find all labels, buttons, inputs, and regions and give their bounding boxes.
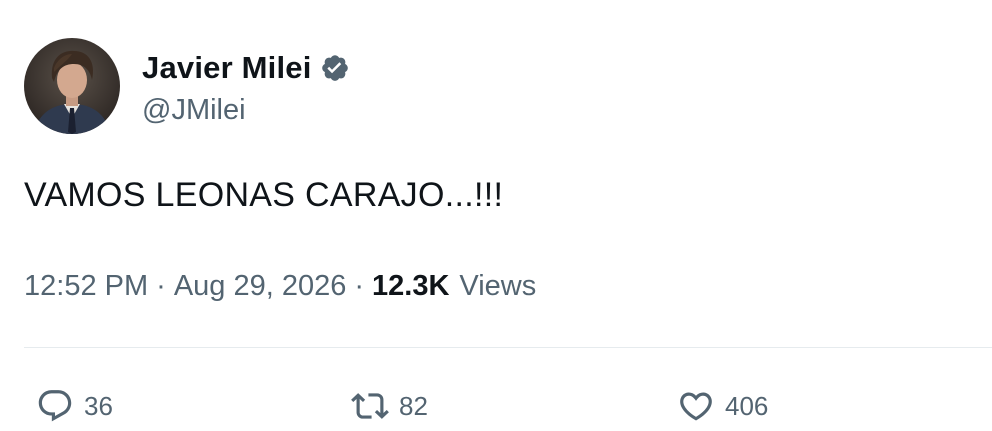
- display-name[interactable]: Javier Milei: [142, 50, 312, 86]
- reply-icon: [36, 387, 74, 425]
- name-row: Javier Milei: [142, 46, 350, 90]
- action-bar: 36 82 406: [0, 383, 992, 427]
- tweet-header: Javier Milei @JMilei: [24, 38, 350, 134]
- retweet-icon: [351, 387, 389, 425]
- views-label[interactable]: Views: [459, 270, 536, 303]
- like-count: 406: [725, 390, 769, 421]
- meta-separator: ·: [156, 270, 166, 302]
- heart-icon: [677, 387, 715, 425]
- tweet-time[interactable]: 12:52 PM: [24, 270, 148, 303]
- tweet-text: VAMOS LEONAS CARAJO...!!!: [24, 176, 504, 214]
- avatar[interactable]: [24, 38, 120, 134]
- meta-separator: ·: [354, 270, 365, 302]
- divider: [24, 347, 992, 348]
- user-handle[interactable]: @JMilei: [142, 94, 350, 127]
- retweet-button[interactable]: 82: [351, 387, 428, 425]
- tweet-meta: 12:52 PM · Aug 29, 2026 · 12.3K Views: [24, 270, 536, 303]
- author-names: Javier Milei @JMilei: [142, 46, 350, 127]
- avatar-image: [24, 38, 120, 134]
- retweet-count: 82: [399, 390, 428, 421]
- tweet-card: Javier Milei @JMilei VAMOS LEONAS CARAJO…: [0, 0, 992, 431]
- reply-count: 36: [84, 390, 113, 421]
- tweet-date[interactable]: Aug 29, 2026: [174, 270, 347, 303]
- views-count[interactable]: 12.3K: [372, 270, 449, 303]
- verified-badge-icon[interactable]: [320, 53, 350, 83]
- like-button[interactable]: 406: [677, 387, 768, 425]
- reply-button[interactable]: 36: [36, 387, 113, 425]
